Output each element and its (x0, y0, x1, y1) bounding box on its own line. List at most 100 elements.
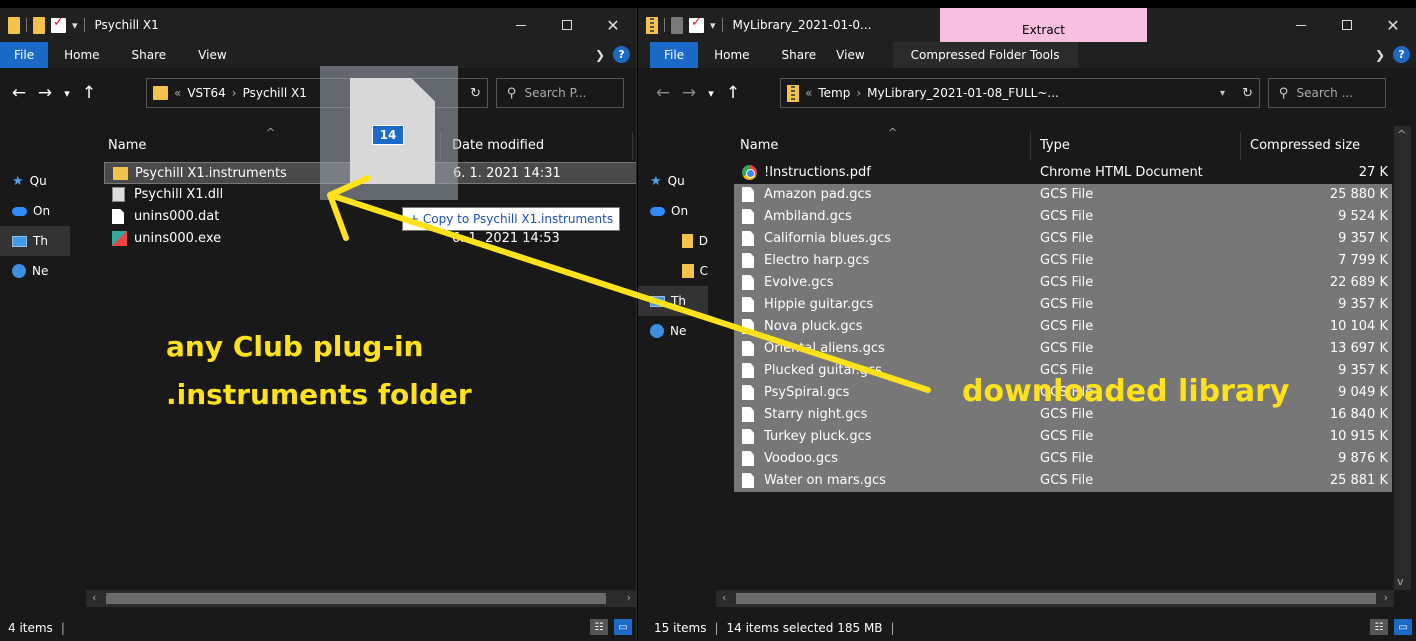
breadcrumb-overflow-icon[interactable]: « (805, 86, 812, 100)
new-folder-icon[interactable] (671, 16, 683, 34)
column-name[interactable]: Name (108, 138, 146, 153)
properties-icon[interactable] (51, 15, 66, 33)
table-row[interactable]: Hippie guitar.gcs GCS File 9 357 K (734, 294, 1392, 316)
recent-locations-icon[interactable]: ▾ (702, 87, 720, 100)
forward-arrow-icon[interactable]: → (676, 83, 702, 103)
horizontal-scrollbar[interactable]: ‹ › (86, 590, 636, 607)
recent-locations-icon[interactable]: ▾ (58, 87, 76, 100)
scroll-left-icon[interactable]: ‹ (722, 591, 726, 604)
breadcrumb-overflow-icon[interactable]: « (174, 86, 181, 100)
extract-context-tab[interactable]: Extract (940, 8, 1147, 42)
file-icon (112, 209, 124, 224)
back-arrow-icon[interactable]: ← (6, 83, 32, 103)
column-name[interactable]: Name (740, 138, 778, 153)
nav-onedrive[interactable]: On (638, 196, 708, 226)
scroll-up-icon[interactable]: ^ (1397, 128, 1406, 141)
table-row[interactable]: California blues.gcs GCS File 9 357 K (734, 228, 1392, 250)
tab-home[interactable]: Home (48, 42, 115, 68)
column-divider[interactable] (632, 132, 633, 160)
nav-this-pc[interactable]: Th (638, 286, 708, 316)
tab-home[interactable]: Home (698, 42, 765, 68)
close-button[interactable]: ✕ (590, 8, 636, 42)
details-view-icon[interactable]: ☷ (590, 619, 608, 635)
up-arrow-icon[interactable]: ↑ (76, 83, 102, 103)
breadcrumb-mylibrary[interactable]: MyLibrary_2021-01-08_FULL~... (867, 86, 1059, 100)
table-row[interactable]: Water on mars.gcs GCS File 25 881 K (734, 470, 1392, 492)
tab-view[interactable]: View (832, 42, 880, 68)
tab-compressed-folder-tools[interactable]: Compressed Folder Tools (892, 42, 1078, 68)
maximize-button[interactable] (544, 8, 590, 42)
details-view-icon[interactable]: ☷ (1370, 619, 1388, 635)
drag-count-badge: 14 (372, 125, 404, 145)
nav-network[interactable]: Ne (0, 256, 70, 286)
tab-share[interactable]: Share (766, 42, 833, 68)
scrollbar-thumb[interactable] (106, 593, 606, 604)
nav-folder-c[interactable]: C (638, 256, 708, 286)
table-row[interactable]: Ambiland.gcs GCS File 9 524 K (734, 206, 1392, 228)
help-icon[interactable]: ? (613, 46, 630, 63)
breadcrumb-psychill[interactable]: Psychill X1 (243, 86, 307, 100)
tab-file[interactable]: File (650, 42, 699, 68)
column-date-modified[interactable]: Date modified (452, 138, 544, 153)
right-title-bar[interactable]: ▾ MyLibrary_2021-01-0... Extract ✕ (638, 8, 1416, 42)
breadcrumb-temp[interactable]: Temp (818, 86, 850, 100)
large-icons-view-icon[interactable]: ▭ (614, 619, 632, 635)
vertical-scrollbar[interactable]: ^ v (1394, 126, 1411, 590)
up-arrow-icon[interactable]: ↑ (720, 83, 746, 103)
scrollbar-thumb[interactable] (736, 593, 1376, 604)
large-icons-view-icon[interactable]: ▭ (1394, 619, 1412, 635)
tab-file[interactable]: File (0, 42, 49, 68)
minimize-button[interactable] (498, 8, 544, 42)
customize-toolbar-icon[interactable]: ▾ (72, 19, 78, 32)
minimize-button[interactable] (1278, 8, 1324, 42)
table-row[interactable]: Electro harp.gcs GCS File 7 799 K (734, 250, 1392, 272)
table-row[interactable]: Evolve.gcs GCS File 22 689 K (734, 272, 1392, 294)
file-icon (742, 341, 754, 356)
file-icon (742, 363, 754, 378)
table-row[interactable]: !Instructions.pdf Chrome HTML Document 27 … (734, 162, 1392, 184)
nav-network[interactable]: Ne (638, 316, 708, 346)
nav-quick-access[interactable]: ★ Qu (638, 166, 708, 196)
table-row[interactable]: Turkey pluck.gcs GCS File 10 915 K (734, 426, 1392, 448)
scroll-right-icon[interactable]: › (1384, 591, 1388, 604)
left-title-bar[interactable]: ▾ Psychill X1 ✕ (0, 8, 636, 42)
breadcrumb-vst64[interactable]: VST64 (187, 86, 225, 100)
back-arrow-icon[interactable]: ← (650, 83, 676, 103)
nav-quick-access[interactable]: ★ Qu (0, 166, 70, 196)
close-button[interactable]: ✕ (1370, 8, 1416, 42)
table-row[interactable]: Oriental aliens.gcs GCS File 13 697 K (734, 338, 1392, 360)
scroll-down-icon[interactable]: v (1397, 575, 1404, 588)
customize-toolbar-icon[interactable]: ▾ (710, 19, 716, 32)
nav-folder-d[interactable]: D (638, 226, 708, 256)
tab-view[interactable]: View (182, 42, 242, 68)
new-folder-icon[interactable] (33, 16, 45, 34)
expand-ribbon-icon[interactable]: ❯ (595, 48, 605, 62)
refresh-icon[interactable]: ↻ (1242, 86, 1253, 101)
address-dropdown-icon[interactable]: ▾ (1220, 88, 1225, 99)
nav-onedrive[interactable]: On (0, 196, 70, 226)
scroll-right-icon[interactable]: › (627, 591, 631, 604)
search-box[interactable]: ⚲ Search ... (1268, 78, 1386, 108)
maximize-button[interactable] (1324, 8, 1370, 42)
nav-this-pc[interactable]: Th (0, 226, 70, 256)
address-bar[interactable]: « Temp › MyLibrary_2021-01-08_FULL~... ▾… (780, 78, 1260, 108)
forward-arrow-icon[interactable]: → (32, 83, 58, 103)
help-icon[interactable]: ? (1393, 46, 1410, 63)
properties-icon[interactable] (689, 15, 704, 33)
table-row[interactable]: Amazon pad.gcs GCS File 25 880 K (734, 184, 1392, 206)
tab-share[interactable]: Share (116, 42, 183, 68)
table-row[interactable]: Voodoo.gcs GCS File 9 876 K (734, 448, 1392, 470)
search-box[interactable]: ⚲ Search P... (496, 78, 624, 108)
column-divider[interactable] (1240, 132, 1241, 160)
scroll-left-icon[interactable]: ‹ (92, 591, 96, 604)
expand-ribbon-icon[interactable]: ❯ (1375, 48, 1385, 62)
table-row[interactable]: unins000.exe 6. 1. 2021 14:53 (104, 228, 636, 250)
horizontal-scrollbar[interactable]: ‹ › (716, 590, 1394, 607)
table-row[interactable]: Nova pluck.gcs GCS File 10 104 K (734, 316, 1392, 338)
file-size: 22 689 K (1329, 275, 1388, 290)
column-divider[interactable] (1030, 132, 1031, 160)
file-size: 7 799 K (1338, 253, 1388, 268)
refresh-icon[interactable]: ↻ (470, 86, 481, 101)
column-compressed-size[interactable]: Compressed size (1250, 138, 1360, 153)
column-type[interactable]: Type (1040, 138, 1070, 153)
